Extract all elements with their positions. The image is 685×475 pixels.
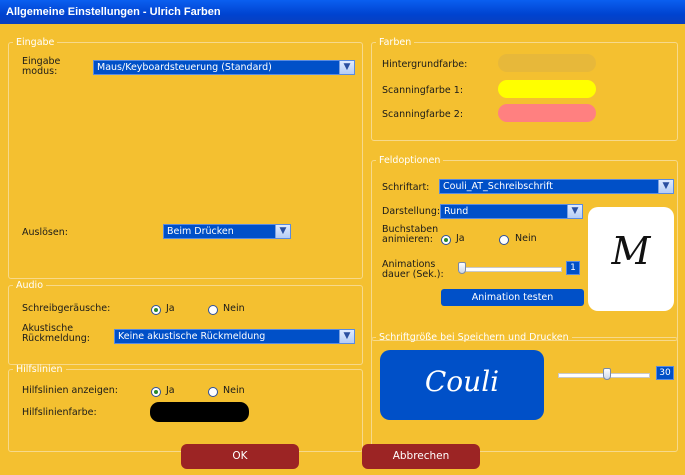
letter-preview-box: M <box>588 207 674 311</box>
eingabe-modus-label: Eingabe modus: <box>22 56 61 77</box>
hilfslinien-nein-radio[interactable] <box>208 387 218 397</box>
schriftgroesse-preview-text: Couli <box>424 365 500 398</box>
hintergrundfarbe-swatch[interactable] <box>498 54 596 72</box>
scanningfarbe-2-swatch[interactable] <box>498 104 596 122</box>
animieren-nein-radio[interactable] <box>499 235 509 245</box>
letter-preview-glyph: M <box>611 229 651 273</box>
eingabe-modus-dropdown[interactable]: Maus/Keyboardsteuerung (Standard) ▼ <box>93 60 355 75</box>
hilfslinien-nein-label[interactable]: Nein <box>223 385 245 396</box>
chevron-down-icon[interactable]: ▼ <box>658 180 673 193</box>
abbrechen-button[interactable]: Abbrechen <box>362 444 480 469</box>
schriftgroesse-preview-box: Couli <box>380 350 544 420</box>
window-title: Allgemeine Einstellungen - Ulrich Farben <box>6 6 221 18</box>
window-title-bar: Allgemeine Einstellungen - Ulrich Farben <box>0 0 685 24</box>
feldoptionen-legend: Feldoptionen <box>379 155 441 166</box>
schreibgeraeusche-label: Schreibgeräusche: <box>22 303 111 314</box>
darstellung-dropdown[interactable]: Rund ▼ <box>440 204 583 219</box>
animationsdauer-slider-track[interactable] <box>458 267 562 272</box>
animation-testen-button[interactable]: Animation testen <box>441 289 584 306</box>
chevron-down-icon[interactable]: ▼ <box>567 205 582 218</box>
rueckmeldung-dropdown[interactable]: Keine akustische Rückmeldung ▼ <box>114 329 355 344</box>
ausloesen-label: Auslösen: <box>22 227 68 238</box>
schriftgroesse-slider-thumb[interactable] <box>603 368 612 380</box>
eingabe-legend: Eingabe <box>16 37 55 48</box>
schreibgeraeusche-ja-radio[interactable] <box>151 305 161 315</box>
schriftgroesse-value: 30 <box>656 366 674 380</box>
scanningfarbe-1-label: Scanningfarbe 1: <box>382 85 464 96</box>
darstellung-label: Darstellung: <box>382 206 441 217</box>
schriftart-dropdown[interactable]: Couli_AT_Schreibschrift ▼ <box>439 179 674 194</box>
rueckmeldung-value: Keine akustische Rückmeldung <box>118 331 266 342</box>
hintergrundfarbe-label: Hintergrundfarbe: <box>382 59 468 70</box>
animieren-ja-label[interactable]: Ja <box>456 233 465 244</box>
schriftart-value: Couli_AT_Schreibschrift <box>443 181 553 192</box>
schriftart-label: Schriftart: <box>382 182 430 193</box>
hilfslinien-ja-label[interactable]: Ja <box>166 385 175 396</box>
schreibgeraeusche-ja-label[interactable]: Ja <box>166 303 175 314</box>
chevron-down-icon[interactable]: ▼ <box>275 225 290 238</box>
chevron-down-icon[interactable]: ▼ <box>339 61 354 74</box>
ok-button[interactable]: OK <box>181 444 299 469</box>
hilfslinien-anzeigen-label: Hilfslinien anzeigen: <box>22 385 118 396</box>
hilfslinien-legend: Hilfslinien <box>16 364 63 375</box>
hilfslinienfarbe-label: Hilfslinienfarbe: <box>22 407 97 418</box>
eingabe-modus-value: Maus/Keyboardsteuerung (Standard) <box>97 62 272 73</box>
hilfslinien-ja-radio[interactable] <box>151 387 161 397</box>
animationsdauer-slider-thumb[interactable] <box>458 262 466 274</box>
schreibgeraeusche-nein-label[interactable]: Nein <box>223 303 245 314</box>
animationsdauer-value: 1 <box>566 261 580 275</box>
ausloesen-dropdown[interactable]: Beim Drücken ▼ <box>163 224 291 239</box>
scanningfarbe-1-swatch[interactable] <box>498 80 596 98</box>
buchstaben-animieren-label: Buchstaben animieren: <box>382 224 439 245</box>
chevron-down-icon[interactable]: ▼ <box>339 330 354 343</box>
animationsdauer-label: Animations dauer (Sek.): <box>382 259 444 280</box>
ausloesen-value: Beim Drücken <box>167 226 234 237</box>
settings-window: Eingabe Eingabe modus: Maus/Keyboardsteu… <box>0 24 685 475</box>
animieren-nein-label[interactable]: Nein <box>515 233 537 244</box>
schriftgroesse-legend: Schriftgröße bei Speichern und Drucken <box>379 332 569 343</box>
hilfslinienfarbe-swatch[interactable] <box>150 402 249 422</box>
schreibgeraeusche-nein-radio[interactable] <box>208 305 218 315</box>
darstellung-value: Rund <box>444 206 469 217</box>
farben-legend: Farben <box>379 37 412 48</box>
animieren-ja-radio[interactable] <box>441 235 451 245</box>
rueckmeldung-label: Akustische Rückmeldung: <box>22 323 90 344</box>
audio-legend: Audio <box>16 280 44 291</box>
scanningfarbe-2-label: Scanningfarbe 2: <box>382 109 464 120</box>
